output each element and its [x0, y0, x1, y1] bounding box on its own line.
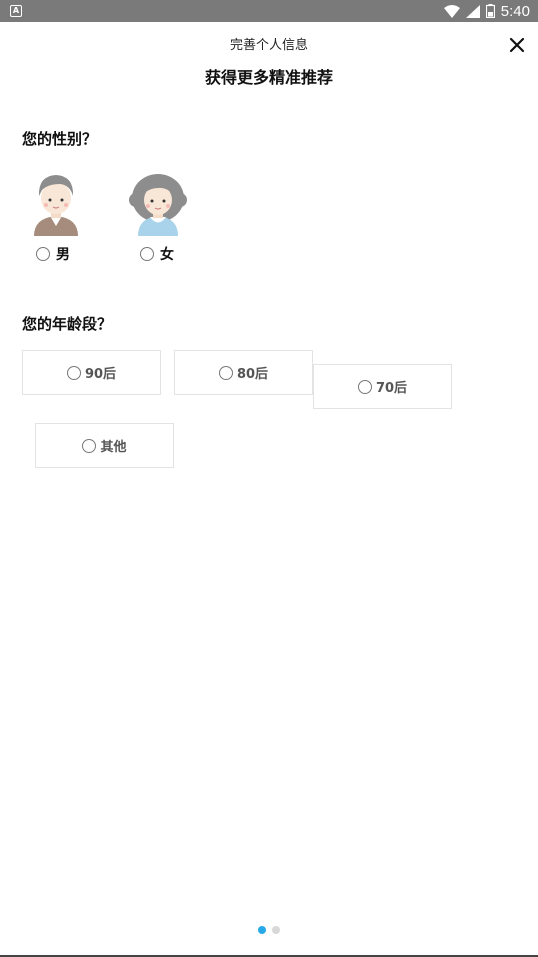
page-indicator — [0, 926, 538, 934]
battery-icon — [485, 4, 495, 18]
radio-90s[interactable] — [66, 365, 81, 380]
radio-female[interactable] — [140, 247, 154, 261]
radio-70s[interactable] — [357, 379, 372, 394]
age-label-90s: 90后 — [84, 367, 117, 382]
page-subtitle: 获得更多精准推荐 — [204, 68, 333, 87]
status-icons: 5:40 — [443, 0, 530, 22]
gender-radio-row-female[interactable]: 女 — [140, 244, 174, 264]
gender-label-female: 女 — [160, 247, 174, 263]
age-option-90s[interactable]: 90后 — [22, 350, 161, 395]
page-title: 完善个人信息 — [229, 38, 308, 53]
age-label-80s: 80后 — [236, 367, 269, 382]
page-dot-2 — [272, 926, 280, 934]
gender-label-male: 男 — [56, 247, 70, 263]
status-time: 5:40 — [500, 2, 530, 20]
gender-option-female[interactable]: 女 — [128, 170, 198, 270]
status-bar: A 5:40 — [0, 0, 538, 22]
radio-80s[interactable] — [218, 365, 233, 380]
age-option-70s[interactable]: 70后 — [313, 364, 452, 409]
radio-male[interactable] — [36, 247, 50, 261]
gender-option-male[interactable]: 男 — [26, 170, 96, 270]
age-label-70s: 70后 — [375, 381, 408, 396]
close-button[interactable] — [506, 34, 528, 56]
signal-icon — [465, 4, 480, 18]
page-dot-1 — [258, 926, 266, 934]
male-avatar-icon — [34, 175, 78, 236]
gender-question: 您的性别？ — [22, 130, 98, 148]
age-label-other: 其他 — [100, 440, 127, 455]
age-question: 您的年龄段？ — [22, 315, 113, 333]
wifi-icon — [443, 4, 460, 18]
age-option-other[interactable]: 其他 — [35, 423, 174, 468]
gender-radio-row-male[interactable]: 男 — [36, 244, 70, 264]
age-option-80s[interactable]: 80后 — [174, 350, 313, 395]
radio-other[interactable] — [82, 438, 97, 453]
notification-icon: A — [10, 5, 22, 17]
female-avatar-icon — [129, 174, 187, 236]
close-icon — [509, 37, 525, 53]
